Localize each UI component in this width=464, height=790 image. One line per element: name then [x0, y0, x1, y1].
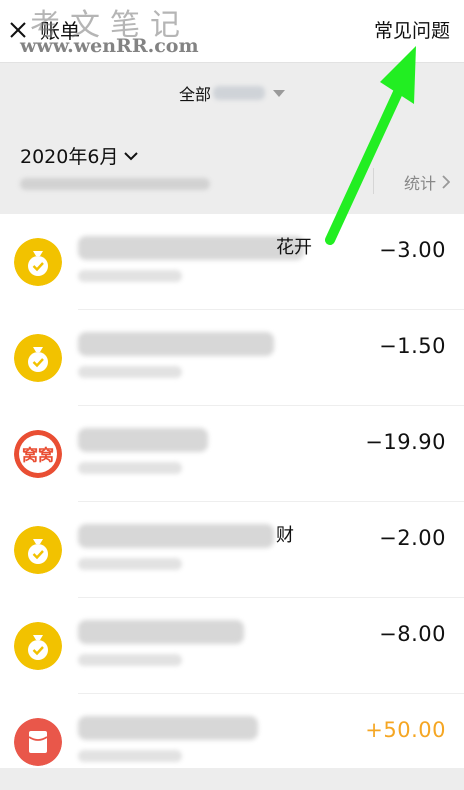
- amount: −19.90: [365, 430, 446, 454]
- money-bag-icon: [14, 238, 62, 286]
- chevron-right-icon: [442, 175, 450, 189]
- blurred-description: [78, 428, 208, 452]
- blurred-description: [78, 524, 274, 548]
- money-bag-icon: [14, 334, 62, 382]
- amount: −2.00: [379, 526, 446, 550]
- close-icon[interactable]: [8, 20, 28, 40]
- amount: −8.00: [379, 622, 446, 646]
- blurred-time: [78, 462, 182, 474]
- blurred-description: [78, 332, 274, 356]
- filter-label: 全部: [178, 85, 211, 104]
- red-packet-icon: [14, 718, 62, 766]
- chevron-down-icon: [124, 151, 139, 160]
- month-header: 2020年6月 统计: [0, 122, 464, 214]
- blurred-time: [78, 558, 182, 570]
- money-bag-icon: [14, 526, 62, 574]
- transaction-type-filter[interactable]: 全部: [179, 81, 285, 105]
- blurred-description: [78, 236, 304, 260]
- description-suffix: 财: [276, 525, 294, 546]
- transaction-row[interactable]: 花开 −3.00: [0, 214, 464, 310]
- transaction-row[interactable]: 财 −2.00: [0, 502, 464, 598]
- blurred-time: [78, 750, 182, 762]
- faq-button[interactable]: 常见问题: [374, 17, 450, 45]
- blurred-filter-text: [213, 86, 265, 100]
- transaction-row[interactable]: +50.00: [0, 694, 464, 790]
- amount: −3.00: [379, 238, 446, 262]
- month-selector[interactable]: 2020年6月: [20, 142, 139, 169]
- divider: [373, 168, 374, 194]
- transaction-list: 花开 −3.00 −1.50 窝窝 −19.90 财 −2.00 −8.00 +…: [0, 214, 464, 768]
- amount: −1.50: [379, 334, 446, 358]
- blurred-description: [78, 716, 258, 740]
- statistics-label: 统计: [403, 174, 436, 193]
- blurred-description: [78, 620, 244, 644]
- amount: +50.00: [365, 718, 446, 742]
- caret-down-icon: [273, 89, 285, 97]
- month-label: 2020年6月: [20, 146, 119, 168]
- merchant-logo-text: 窝窝: [22, 446, 54, 465]
- page-title: 账单: [40, 19, 80, 43]
- blurred-time: [78, 654, 182, 666]
- blurred-time: [78, 366, 182, 378]
- filter-bar: 全部: [0, 62, 464, 123]
- money-bag-icon: [14, 622, 62, 670]
- merchant-logo-icon: 窝窝: [14, 430, 62, 478]
- statistics-button[interactable]: 统计: [404, 170, 450, 194]
- transaction-row[interactable]: −8.00: [0, 598, 464, 694]
- transaction-row[interactable]: −1.50: [0, 310, 464, 406]
- transaction-row[interactable]: 窝窝 −19.90: [0, 406, 464, 502]
- blurred-month-summary: [20, 178, 210, 190]
- description-suffix: 花开: [276, 237, 312, 258]
- blurred-time: [78, 270, 182, 282]
- top-bar: 账单 常见问题 考文笔记 www.wenRR.com: [0, 0, 464, 62]
